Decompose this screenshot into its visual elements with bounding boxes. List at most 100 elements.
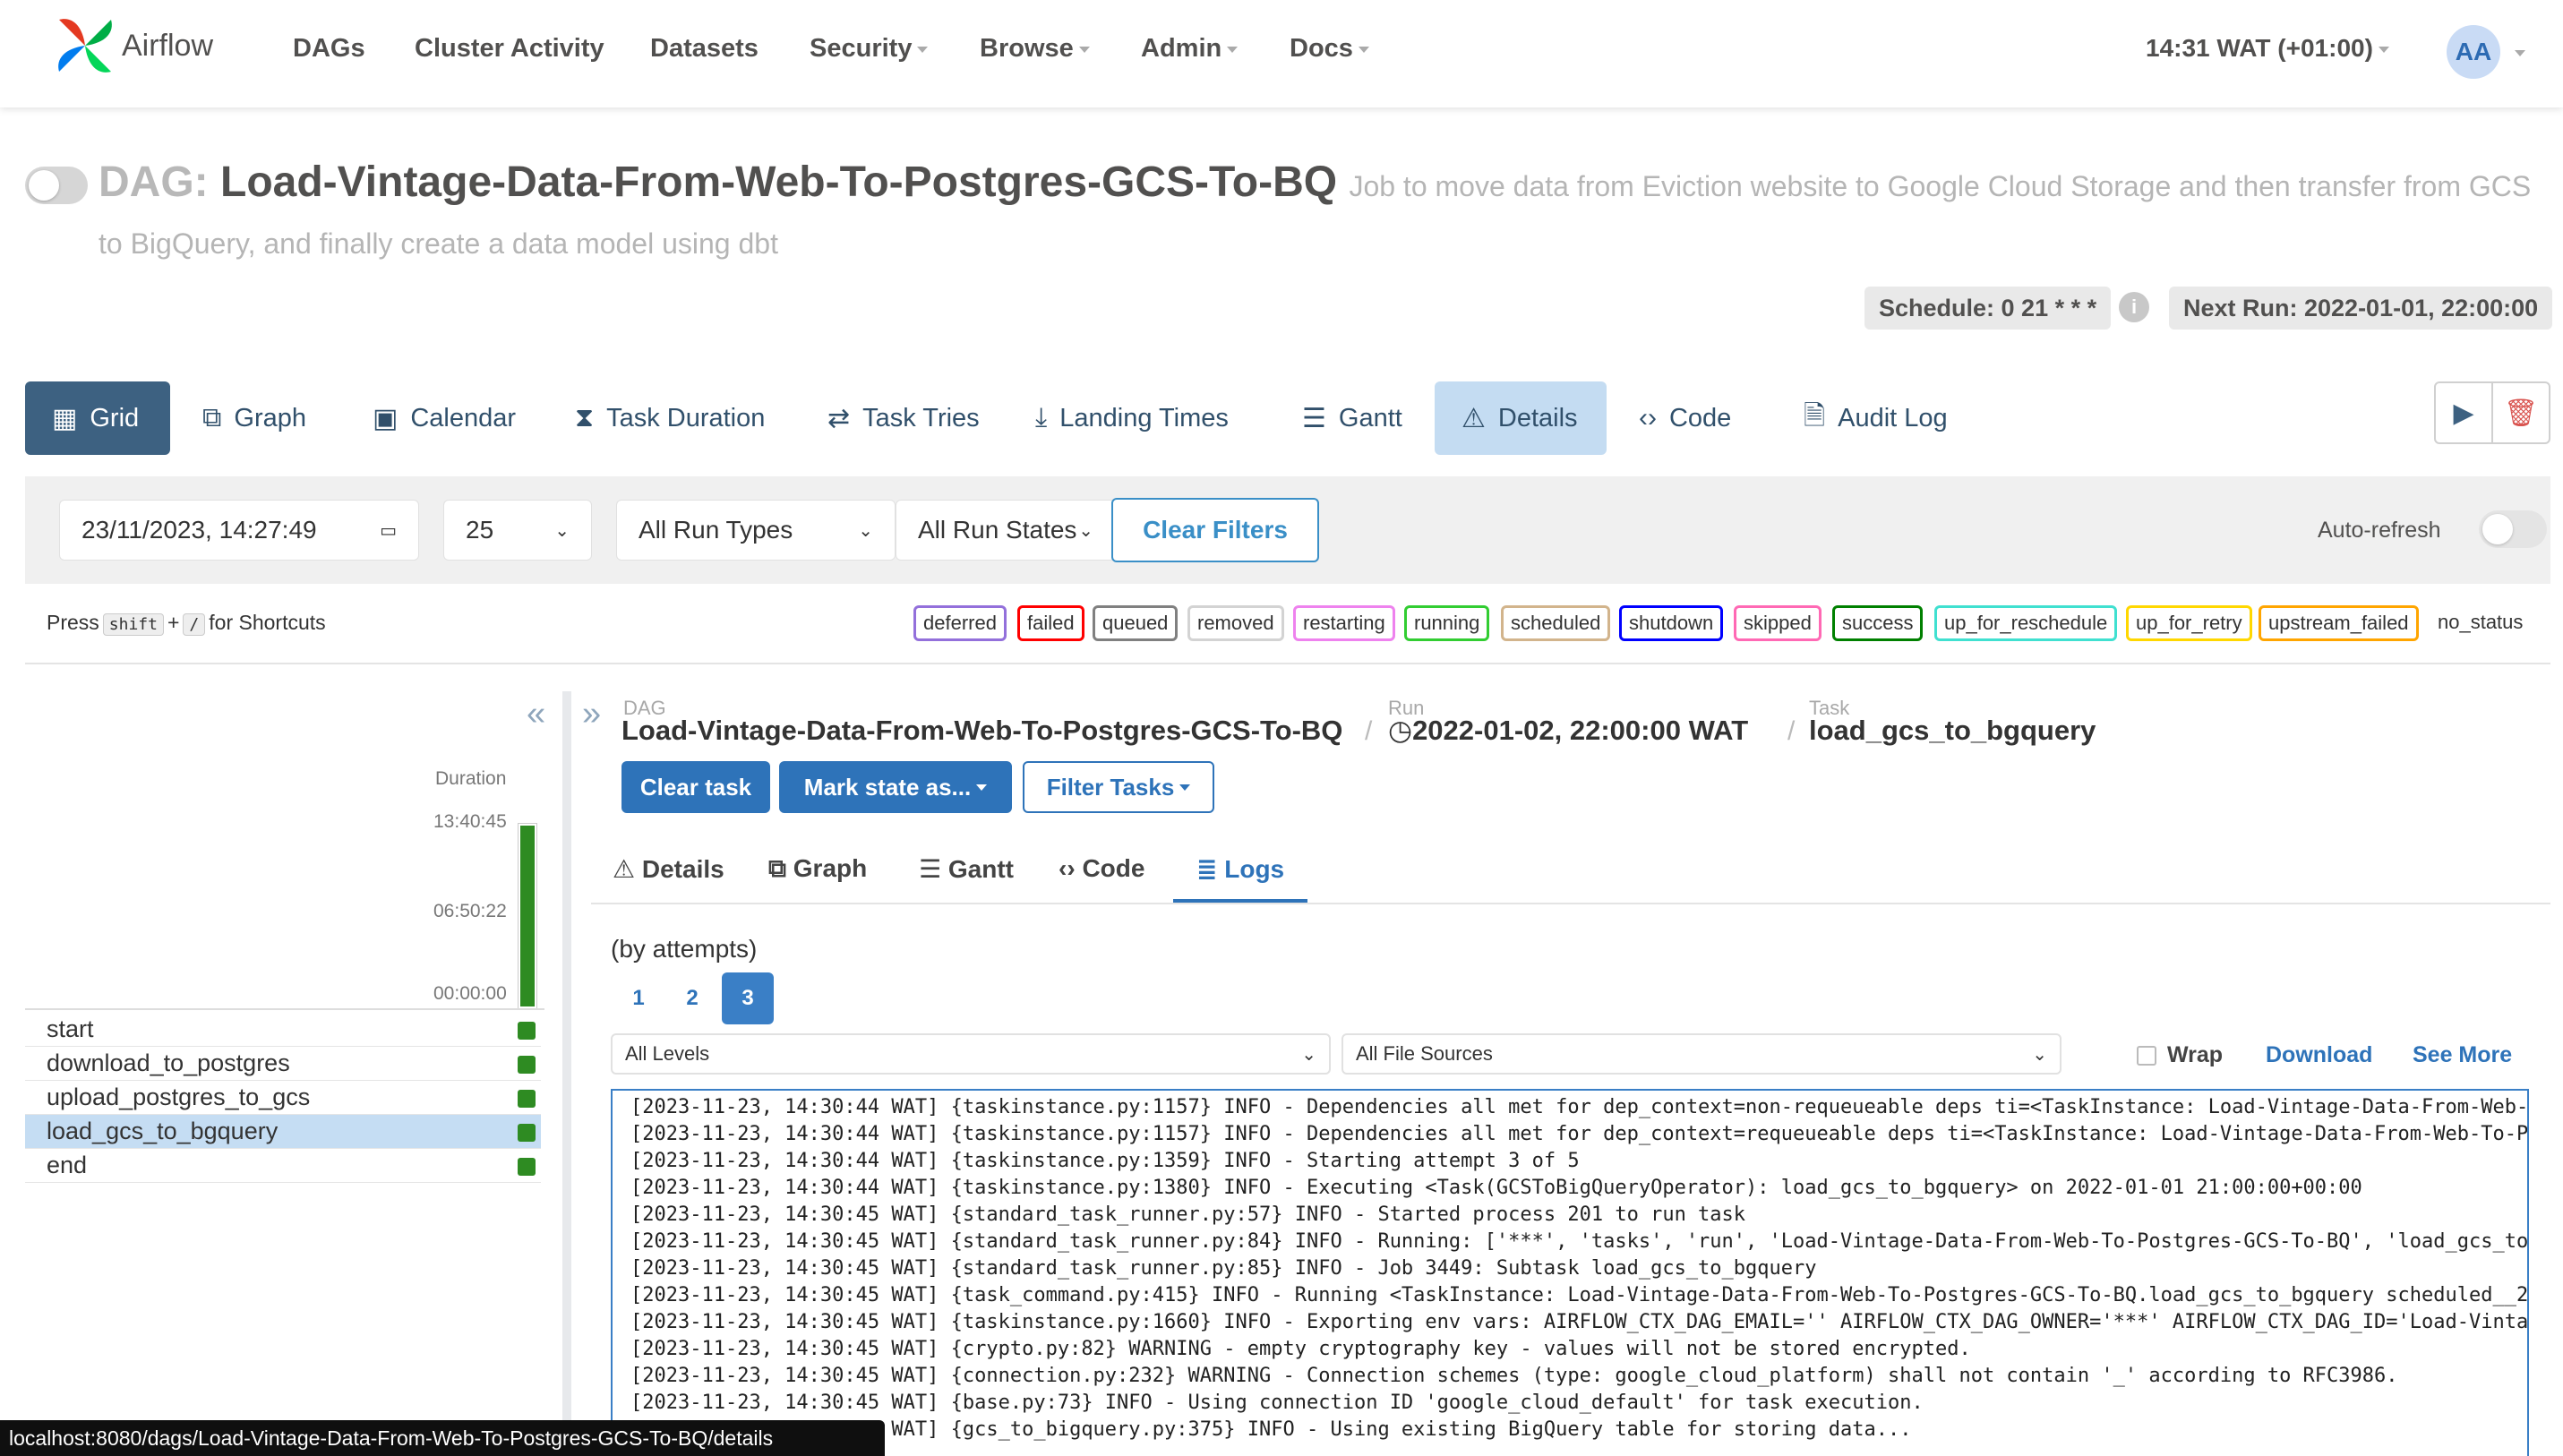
- tab-calendar[interactable]: ▣ Calendar: [346, 381, 543, 455]
- nav-browse[interactable]: Browse: [980, 34, 1090, 64]
- nav-security[interactable]: Security: [810, 34, 929, 64]
- airflow-logo-icon[interactable]: [52, 13, 118, 79]
- duration-tick: 06:50:22: [433, 901, 507, 921]
- chevron-down-icon: ⌄: [1301, 1044, 1316, 1065]
- tab-graph[interactable]: ⧉ Graph: [176, 381, 333, 455]
- dag-run-duration-bar[interactable]: [518, 823, 537, 1009]
- schedule-badge: Schedule: 0 21 * * *: [1864, 287, 2112, 330]
- legend-queued[interactable]: queued: [1093, 605, 1179, 641]
- download-link[interactable]: Download: [2266, 1042, 2372, 1068]
- filter-tasks-button[interactable]: Filter Tasks: [1023, 761, 1214, 813]
- mark-state-button[interactable]: Mark state as...: [779, 761, 1012, 813]
- attempt-1-button[interactable]: 1: [613, 972, 664, 1024]
- legend-scheduled[interactable]: scheduled: [1501, 605, 1611, 641]
- subtab-code[interactable]: ‹› Code: [1059, 854, 1144, 883]
- nav-admin[interactable]: Admin: [1141, 34, 1239, 64]
- attempt-3-button[interactable]: 3: [722, 972, 774, 1024]
- legend-success[interactable]: success: [1832, 605, 1924, 641]
- num-runs-select[interactable]: 25 ⌄: [443, 500, 592, 561]
- tab-details[interactable]: ⚠ Details: [1435, 381, 1607, 455]
- task-row-end[interactable]: end: [25, 1149, 541, 1183]
- duration-label: Duration: [435, 768, 507, 789]
- chevron-down-icon: [976, 784, 988, 791]
- clear-filters-button[interactable]: Clear Filters: [1111, 498, 1319, 562]
- graph-icon: ⧉: [768, 854, 793, 882]
- legend-up-for-reschedule[interactable]: up_for_reschedule: [1934, 605, 2118, 641]
- timezone-clock[interactable]: 14:31 WAT (+01:00): [2146, 34, 2389, 63]
- nav-cluster-activity[interactable]: Cluster Activity: [415, 34, 604, 64]
- tab-code[interactable]: ‹› Code: [1612, 381, 1758, 455]
- nav-docs[interactable]: Docs: [1290, 34, 1369, 64]
- chevron-down-icon: [1179, 784, 1191, 791]
- log-output[interactable]: [2023-11-23, 14:30:44 WAT] {taskinstance…: [611, 1089, 2529, 1456]
- log-level-select[interactable]: All Levels ⌄: [611, 1033, 1331, 1075]
- legend-upstream-failed[interactable]: upstream_failed: [2259, 605, 2419, 641]
- brand-name[interactable]: Airflow: [122, 29, 213, 64]
- legend-removed[interactable]: removed: [1187, 605, 1284, 641]
- user-avatar[interactable]: AA: [2447, 25, 2500, 79]
- nav-dags[interactable]: DAGs: [293, 34, 365, 64]
- breadcrumb-task[interactable]: load_gcs_to_bgquery: [1809, 715, 2096, 747]
- legend-failed[interactable]: failed: [1017, 605, 1084, 641]
- legend-shutdown[interactable]: shutdown: [1619, 605, 1724, 641]
- tab-grid[interactable]: ▦ Grid: [25, 381, 170, 455]
- log-line: [2023-11-23, 14:30:44 WAT] {taskinstance…: [630, 1177, 2362, 1199]
- task-row-load-gcs-to-bgquery[interactable]: load_gcs_to_bgquery: [25, 1115, 541, 1149]
- task-instance-success[interactable]: [518, 1022, 536, 1040]
- breadcrumb-dag[interactable]: Load-Vintage-Data-From-Web-To-Postgres-G…: [621, 715, 1342, 747]
- legend-no-status[interactable]: no_status: [2438, 611, 2523, 634]
- legend-running[interactable]: running: [1404, 605, 1490, 641]
- attempt-2-button[interactable]: 2: [666, 972, 718, 1024]
- dag-pause-toggle[interactable]: [25, 167, 88, 204]
- nav-datasets[interactable]: Datasets: [650, 34, 759, 64]
- file-search-icon: 🗎: [1804, 400, 1826, 431]
- task-row-download-to-postgres[interactable]: download_to_postgres: [25, 1047, 541, 1081]
- chevron-down-icon: [1358, 46, 1369, 53]
- legend-skipped[interactable]: skipped: [1734, 605, 1822, 641]
- legend-restarting[interactable]: restarting: [1293, 605, 1395, 641]
- next-run-badge: Next Run: 2022-01-01, 22:00:00: [2169, 287, 2553, 330]
- tab-gantt[interactable]: ☰ Gantt: [1275, 381, 1429, 455]
- tab-task-duration[interactable]: ⧗ Task Duration: [548, 381, 792, 455]
- auto-refresh-toggle[interactable]: [2479, 510, 2547, 548]
- collapse-grid-icon[interactable]: «: [527, 695, 545, 733]
- wrap-checkbox[interactable]: [2137, 1046, 2156, 1066]
- tab-landing-times[interactable]: ⤓ Landing Times: [1008, 381, 1256, 455]
- subtab-graph[interactable]: ⧉ Graph: [768, 854, 867, 884]
- run-state-select[interactable]: All Run States ⌄: [896, 500, 1116, 561]
- task-instance-success[interactable]: [518, 1090, 536, 1108]
- legend-deferred[interactable]: deferred: [913, 605, 1007, 641]
- chevron-down-icon: [1227, 46, 1239, 53]
- attempts-label: (by attempts): [611, 935, 758, 963]
- tab-task-tries[interactable]: ⇄ Task Tries: [801, 381, 1007, 455]
- base-date-input[interactable]: 23/11/2023, 14:27:49 ▭: [59, 500, 419, 561]
- chevron-down-icon[interactable]: [2515, 50, 2525, 56]
- task-instance-success[interactable]: [518, 1056, 536, 1074]
- play-icon[interactable]: ▶: [2436, 383, 2493, 442]
- divider: [591, 903, 2550, 904]
- task-row-upload-postgres-to-gcs[interactable]: upload_postgres_to_gcs: [25, 1081, 541, 1115]
- info-icon[interactable]: i: [2119, 292, 2149, 322]
- panel-resize-handle[interactable]: [562, 691, 571, 1456]
- file-source-select[interactable]: All File Sources ⌄: [1342, 1033, 2062, 1075]
- chevron-down-icon: ⌄: [554, 520, 570, 541]
- task-instance-success[interactable]: [518, 1124, 536, 1142]
- tab-audit-log[interactable]: 🗎 Audit Log: [1777, 381, 1975, 455]
- task-row-start[interactable]: start: [25, 1013, 541, 1047]
- shortcuts-hint: Press shift + / for Shortcuts: [47, 611, 326, 636]
- subtab-gantt[interactable]: ☰ Gantt: [919, 854, 1014, 884]
- subtab-details[interactable]: ⚠ Details: [613, 854, 724, 884]
- trash-icon[interactable]: 🗑: [2493, 383, 2549, 442]
- legend-up-for-retry[interactable]: up_for_retry: [2126, 605, 2252, 641]
- hourglass-icon: ⧗: [575, 403, 595, 433]
- subtab-logs[interactable]: ≣ Logs: [1196, 854, 1284, 884]
- wrap-label: Wrap: [2167, 1042, 2224, 1067]
- clear-task-button[interactable]: Clear task: [621, 761, 770, 813]
- see-more-link[interactable]: See More: [2413, 1042, 2512, 1068]
- log-line: [2023-11-23, 14:30:45 WAT] {crypto.py:82…: [630, 1338, 1971, 1360]
- breadcrumb-run[interactable]: ◷2022-01-02, 22:00:00 WAT: [1388, 715, 1748, 747]
- task-instance-success[interactable]: [518, 1158, 536, 1176]
- dag-name: Load-Vintage-Data-From-Web-To-Postgres-G…: [220, 158, 1338, 206]
- expand-details-icon[interactable]: »: [582, 695, 601, 733]
- run-type-select[interactable]: All Run Types ⌄: [616, 500, 896, 561]
